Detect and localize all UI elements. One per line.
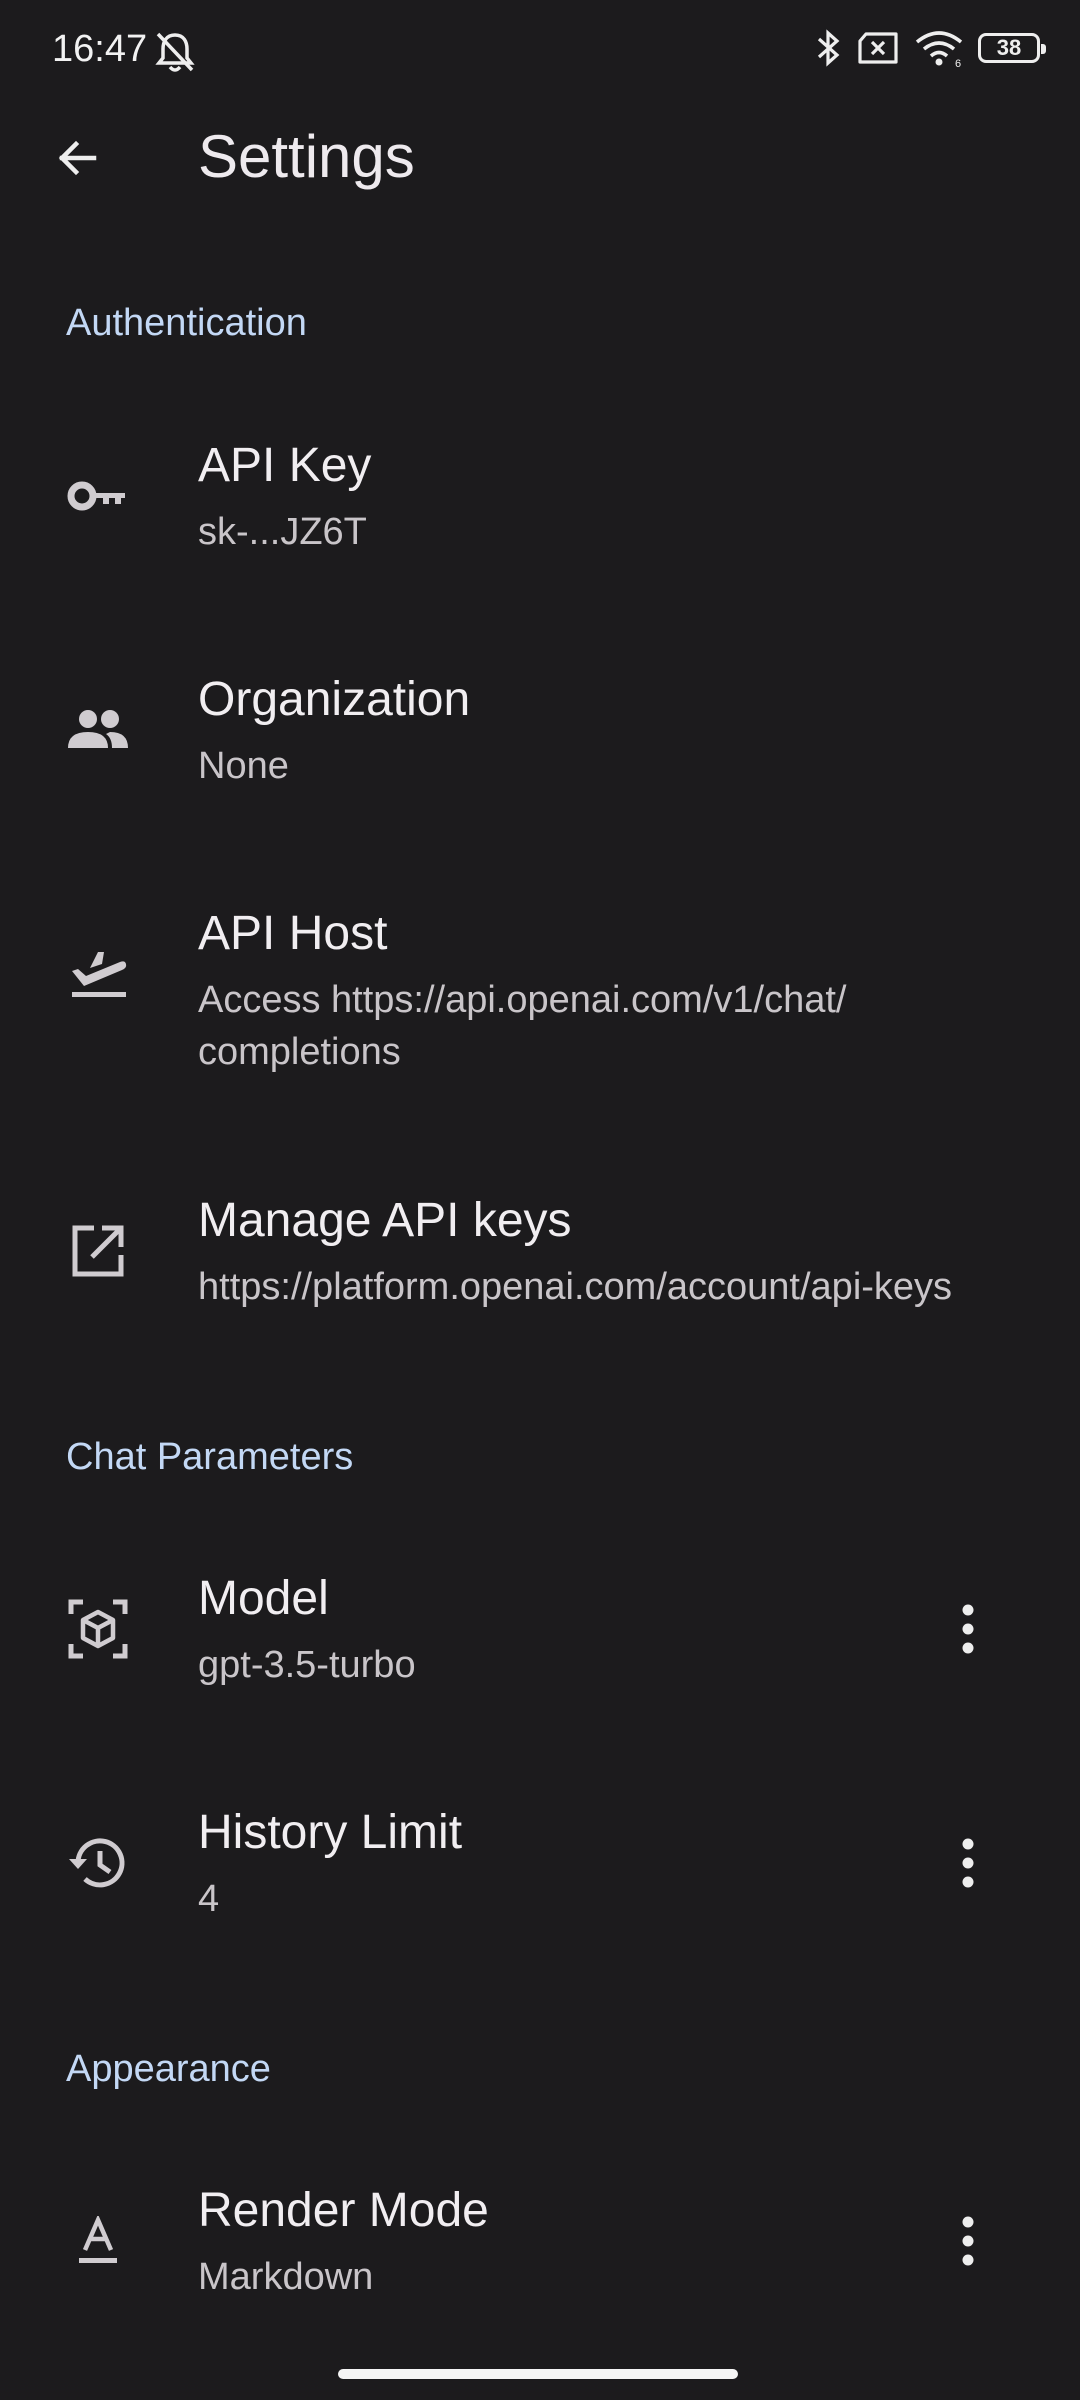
manage-api-keys-title: Manage API keys [198, 1194, 572, 1247]
setting-render-mode[interactable]: Render Mode Markdown [0, 2165, 1080, 2345]
manage-api-keys-url: https://platform.openai.com/account/api-… [198, 1266, 953, 1308]
notifications-muted-icon [155, 32, 195, 72]
history-limit-value: 4 [198, 1878, 220, 1920]
setting-organization[interactable]: Organization None [0, 654, 1080, 834]
history-limit-title: History Limit [198, 1806, 463, 1859]
more-vert-icon [962, 1604, 974, 1654]
gesture-home-bar[interactable] [338, 2369, 738, 2379]
history-limit-more-button[interactable] [936, 1825, 1000, 1901]
back-button[interactable] [42, 122, 114, 194]
top-app-bar: Settings [0, 100, 1080, 218]
text-format-icon [60, 2203, 136, 2279]
group-icon [60, 692, 136, 768]
api-host-value: Access https://api.openai.com/v1/chat/ c… [198, 979, 847, 1073]
page-title: Settings [198, 123, 415, 190]
arrow-back-icon [58, 140, 97, 176]
no-sim-icon [858, 32, 898, 64]
setting-manage-api-keys[interactable]: Manage API keys https://platform.openai.… [0, 1175, 1080, 1355]
more-vert-icon [962, 2216, 974, 2266]
api-host-title: API Host [198, 907, 388, 960]
setting-api-key[interactable]: API Key sk-...JZ6T [0, 420, 1080, 600]
status-time: 16:47 [52, 28, 148, 70]
battery-indicator: 38 [978, 33, 1046, 63]
render-mode-more-button[interactable] [936, 2203, 1000, 2279]
api-key-value: sk-...JZ6T [198, 511, 367, 553]
flight-takeoff-icon [60, 934, 136, 1010]
section-header-chat-parameters: Chat Parameters [66, 1436, 354, 1478]
setting-model[interactable]: Model gpt-3.5-turbo [0, 1553, 1080, 1733]
organization-value: None [198, 745, 289, 787]
setting-api-host[interactable]: API Host Access https://api.openai.com/v… [0, 888, 1080, 1108]
open-in-new-icon [60, 1213, 136, 1289]
model-more-button[interactable] [936, 1591, 1000, 1667]
more-vert-icon [962, 1838, 974, 1888]
model-cube-icon [60, 1591, 136, 1667]
svg-text:6: 6 [955, 58, 961, 68]
render-mode-title: Render Mode [198, 2184, 489, 2237]
key-icon [60, 458, 136, 534]
section-header-authentication: Authentication [66, 302, 307, 344]
history-icon [60, 1825, 136, 1901]
wifi-icon: 6 [915, 31, 963, 68]
render-mode-value: Markdown [198, 2256, 374, 2298]
section-header-appearance: Appearance [66, 2048, 271, 2090]
status-bar: 16:47 6 38 [0, 0, 1080, 100]
setting-history-limit[interactable]: History Limit 4 [0, 1787, 1080, 1967]
model-value: gpt-3.5-turbo [198, 1644, 416, 1686]
organization-title: Organization [198, 673, 471, 726]
api-key-title: API Key [198, 439, 372, 492]
bluetooth-icon [817, 29, 840, 67]
model-title: Model [198, 1572, 329, 1625]
